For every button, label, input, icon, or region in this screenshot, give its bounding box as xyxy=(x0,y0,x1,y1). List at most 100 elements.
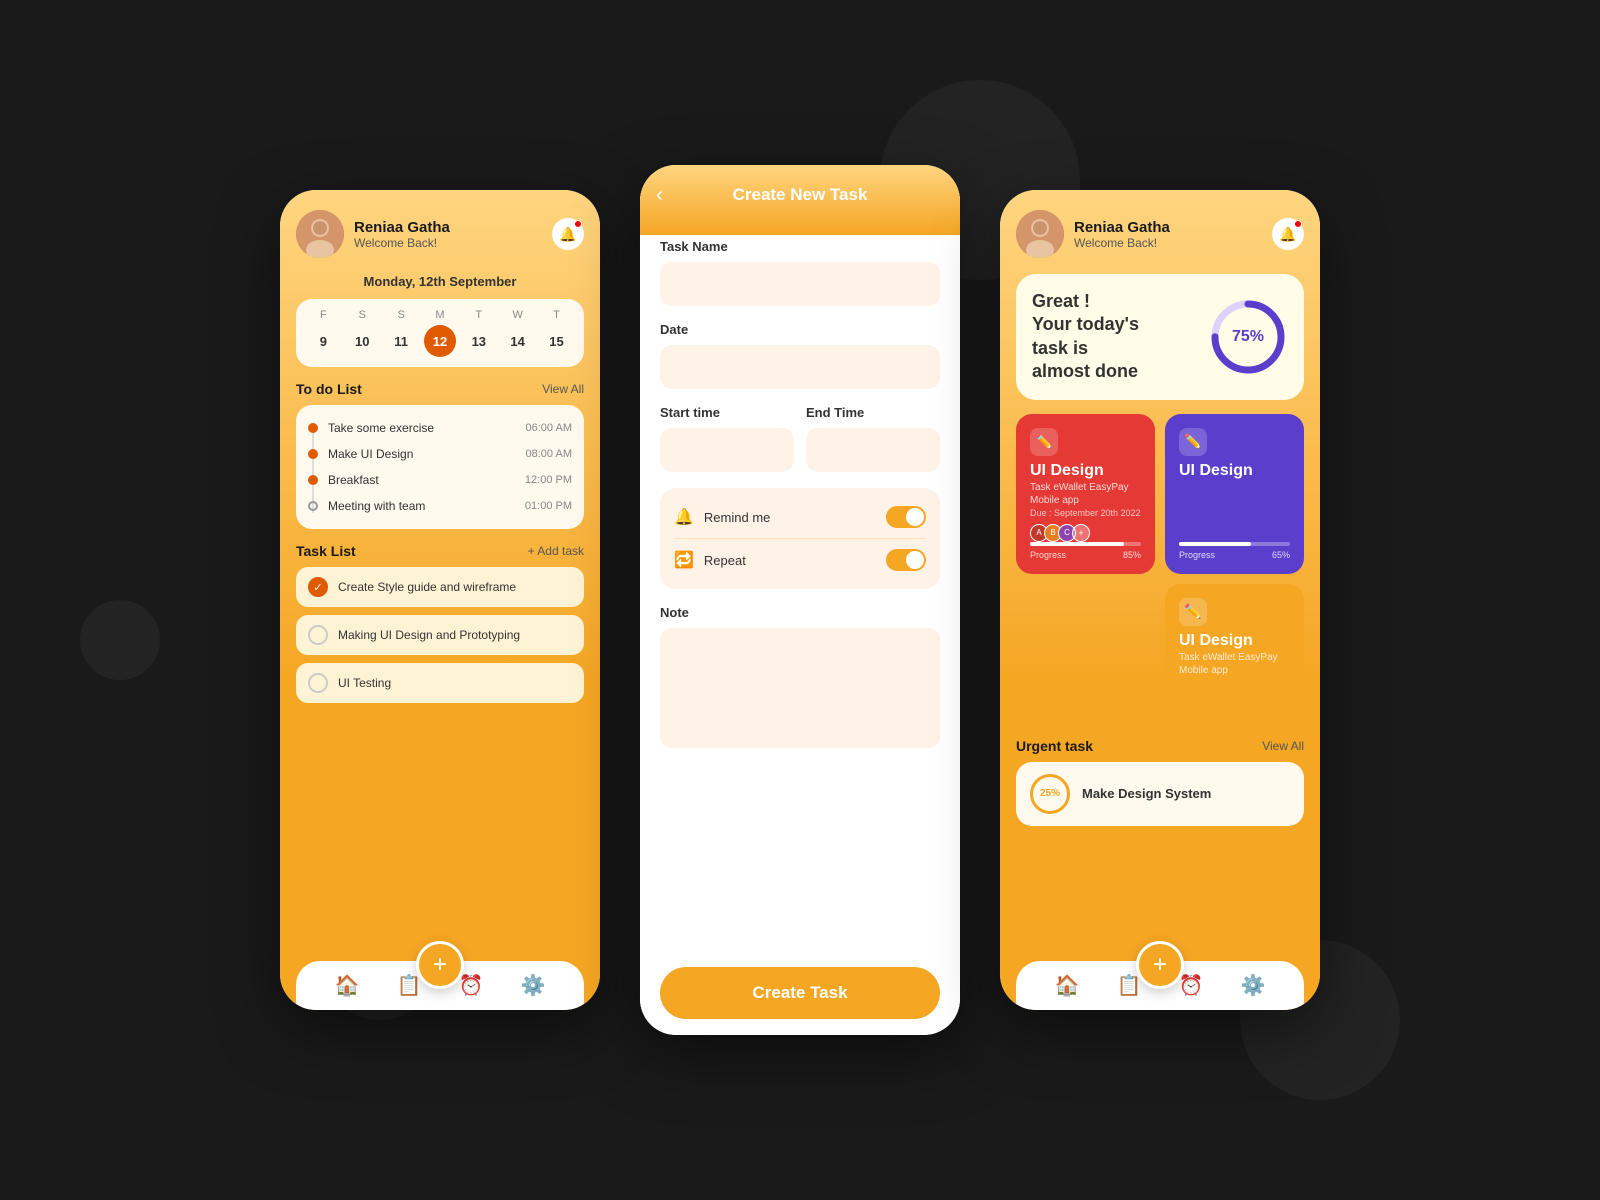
remind-row: 🔔 Remind me xyxy=(674,500,926,534)
start-time-input[interactable] xyxy=(660,428,794,472)
task-check-2[interactable] xyxy=(308,673,328,693)
date-label: Date xyxy=(660,322,940,337)
repeat-row: 🔁 Repeat xyxy=(674,543,926,577)
cal-day-1[interactable]: S xyxy=(346,309,378,321)
todo-dot-0 xyxy=(308,423,318,433)
task-card-red[interactable]: ✏️ UI Design Task eWallet EasyPay Mobile… xyxy=(1016,414,1155,574)
user-info: Reniaa Gatha Welcome Back! xyxy=(354,219,552,250)
cal-day-5[interactable]: W xyxy=(502,309,534,321)
nav-tasks-icon[interactable]: 📋 xyxy=(397,973,422,998)
cal-date-9[interactable]: 9 xyxy=(307,325,339,357)
cal-date-12[interactable]: 12 xyxy=(424,325,456,357)
create-task-form: Task Name Date Start time End Time 🔔 Rem… xyxy=(640,215,960,951)
cal-day-4[interactable]: T xyxy=(463,309,495,321)
cal-day-2[interactable]: S xyxy=(385,309,417,321)
todo-name-0: Take some exercise xyxy=(328,421,526,435)
progress-card: Great !Your today'stask isalmost done 75… xyxy=(1016,274,1304,400)
urgent-circle: 25% xyxy=(1030,774,1070,814)
phone2: ‹ Create New Task Task Name Date Start t… xyxy=(640,165,960,1035)
tc-extra-yellow: Mobile app xyxy=(1179,665,1290,676)
progress-meta-purple: Progress 65% xyxy=(1179,550,1290,560)
add-task-link[interactable]: + Add task xyxy=(528,544,584,558)
user-subtitle3: Welcome Back! xyxy=(1074,236,1272,250)
progress-fill-red xyxy=(1030,542,1124,546)
task-item-0[interactable]: ✓ Create Style guide and wireframe xyxy=(296,567,584,607)
nav3-clock-icon[interactable]: ⏰ xyxy=(1179,973,1204,998)
nav-clock-icon[interactable]: ⏰ xyxy=(459,973,484,998)
todo-item-0[interactable]: Take some exercise 06:00 AM xyxy=(308,415,572,441)
tc-date-red: Due : September 20th 2022 xyxy=(1030,508,1141,518)
todo-item-1[interactable]: Make UI Design 08:00 AM xyxy=(308,441,572,467)
urgent-percent: 25% xyxy=(1040,788,1060,799)
tc-title-red: UI Design xyxy=(1030,462,1141,480)
tc-icon-red: ✏️ xyxy=(1030,428,1058,456)
todo-dot-1 xyxy=(308,449,318,459)
tc-sub-yellow: Task eWallet EasyPay xyxy=(1179,652,1290,663)
cal-date-14[interactable]: 14 xyxy=(502,325,534,357)
cal-date-13[interactable]: 13 xyxy=(463,325,495,357)
progress-pct-purple: 65% xyxy=(1272,550,1290,560)
nav3-plus-button[interactable]: + xyxy=(1136,941,1184,989)
task-list-title: Task List xyxy=(296,543,356,559)
note-input[interactable] xyxy=(660,628,940,748)
phone3: Reniaa Gatha Welcome Back! 🔔 Great !Your… xyxy=(1000,190,1320,1010)
urgent-section-header: Urgent task View All xyxy=(1016,738,1304,754)
task-label-0: Create Style guide and wireframe xyxy=(338,580,516,594)
bell-dot xyxy=(574,220,582,228)
cal-day-3[interactable]: M xyxy=(424,309,456,321)
task-list: ✓ Create Style guide and wireframe Makin… xyxy=(296,567,584,961)
todo-item-3[interactable]: Meeting with team 01:00 PM xyxy=(308,493,572,519)
date-input[interactable] xyxy=(660,345,940,389)
task-name-input[interactable] xyxy=(660,262,940,306)
cal-date-11[interactable]: 11 xyxy=(385,325,417,357)
create-task-button[interactable]: Create Task xyxy=(660,967,940,1019)
todo-dot-2 xyxy=(308,475,318,485)
todo-item-2[interactable]: Breakfast 12:00 PM xyxy=(308,467,572,493)
urgent-view-all[interactable]: View All xyxy=(1262,739,1304,753)
tc-icon-purple: ✏️ xyxy=(1179,428,1207,456)
tc-extra-red: Mobile app xyxy=(1030,495,1141,506)
cal-day-6[interactable]: T xyxy=(540,309,572,321)
bell-dot3 xyxy=(1294,220,1302,228)
bottom-nav3: 🏠 📋 + ⏰ ⚙️ xyxy=(1016,961,1304,1010)
note-label: Note xyxy=(660,605,940,620)
todo-view-all[interactable]: View All xyxy=(542,382,584,396)
bell-button3[interactable]: 🔔 xyxy=(1272,218,1304,250)
nav-home-icon[interactable]: 🏠 xyxy=(335,973,360,998)
progress-text: Great !Your today'stask isalmost done xyxy=(1032,290,1139,384)
nav3-home-icon[interactable]: 🏠 xyxy=(1055,973,1080,998)
task-check-1[interactable] xyxy=(308,625,328,645)
phone1-header: Reniaa Gatha Welcome Back! 🔔 xyxy=(296,210,584,258)
remind-toggle[interactable] xyxy=(886,506,926,528)
cal-date-15[interactable]: 15 xyxy=(540,325,572,357)
progress-meta-red: Progress 85% xyxy=(1030,550,1141,560)
task-check-0[interactable]: ✓ xyxy=(308,577,328,597)
urgent-title: Urgent task xyxy=(1016,738,1093,754)
nav-plus-button[interactable]: + xyxy=(416,941,464,989)
urgent-task-item[interactable]: 25% Make Design System xyxy=(1016,762,1304,826)
task-item-1[interactable]: Making UI Design and Prototyping xyxy=(296,615,584,655)
todo-section-header: To do List View All xyxy=(296,381,584,397)
todo-name-3: Meeting with team xyxy=(328,499,525,513)
cal-day-0[interactable]: F xyxy=(307,309,339,321)
bell-button[interactable]: 🔔 xyxy=(552,218,584,250)
task-item-2[interactable]: UI Testing xyxy=(296,663,584,703)
back-button[interactable]: ‹ xyxy=(656,184,663,207)
nav3-settings-icon[interactable]: ⚙️ xyxy=(1241,973,1266,998)
cal-date-10[interactable]: 10 xyxy=(346,325,378,357)
repeat-toggle[interactable] xyxy=(886,549,926,571)
end-time-input[interactable] xyxy=(806,428,940,472)
tc-title-yellow: UI Design xyxy=(1179,632,1290,650)
tc-avatars-red: A B C + xyxy=(1030,524,1141,542)
progress-circle: 75% xyxy=(1208,297,1288,377)
nav-settings-icon[interactable]: ⚙️ xyxy=(521,973,546,998)
task-card-purple[interactable]: ✏️ UI Design Progress 65% xyxy=(1165,414,1304,574)
task-name-label: Task Name xyxy=(660,239,940,254)
progress-bar-purple xyxy=(1179,542,1290,546)
tc-sub-red: Task eWallet EasyPay xyxy=(1030,482,1141,493)
toggles-section: 🔔 Remind me 🔁 Repeat xyxy=(660,488,940,589)
task-label-1: Making UI Design and Prototyping xyxy=(338,628,520,642)
todo-time-0: 06:00 AM xyxy=(526,422,572,434)
nav3-tasks-icon[interactable]: 📋 xyxy=(1117,973,1142,998)
task-card-yellow[interactable]: ✏️ UI Design Task eWallet EasyPay Mobile… xyxy=(1165,584,1304,724)
